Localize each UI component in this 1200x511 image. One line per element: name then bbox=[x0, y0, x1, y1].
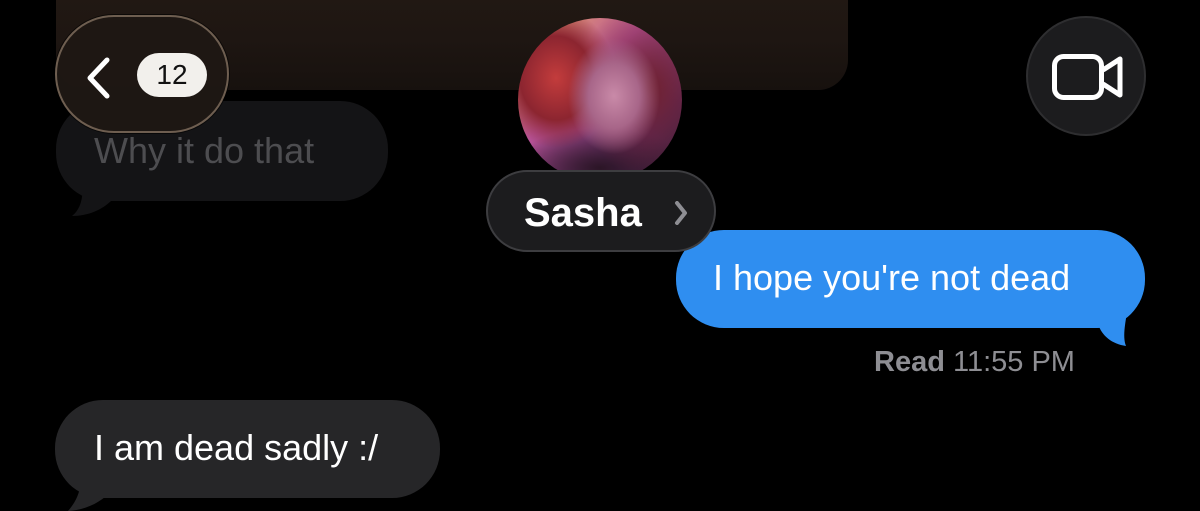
unread-count-badge: 12 bbox=[137, 53, 207, 97]
bubble-tail bbox=[1098, 306, 1128, 346]
read-time: 11:55 PM bbox=[952, 346, 1075, 378]
contact-name: Sasha bbox=[524, 191, 642, 235]
chevron-right-icon bbox=[675, 201, 687, 225]
contact-avatar[interactable] bbox=[518, 18, 682, 182]
chevron-left-icon bbox=[87, 57, 110, 99]
back-button[interactable]: 12 bbox=[55, 15, 229, 133]
bubble-tail bbox=[72, 182, 112, 216]
message-text: I hope you're not dead bbox=[713, 257, 1071, 298]
message-bubble-incoming[interactable]: I am dead sadly :/ bbox=[55, 400, 440, 498]
message-bubble-outgoing[interactable]: I hope you're not dead bbox=[676, 230, 1145, 328]
message-text: I am dead sadly :/ bbox=[94, 427, 379, 468]
read-label: Read bbox=[874, 346, 945, 378]
bubble-tail bbox=[68, 476, 112, 511]
video-call-button[interactable] bbox=[1026, 16, 1146, 136]
read-receipt: Read 11:55 PM bbox=[874, 348, 1075, 377]
contact-name-button[interactable]: Sasha bbox=[486, 170, 716, 252]
video-camera-icon bbox=[1052, 54, 1123, 100]
message-text: Why it do that bbox=[94, 130, 315, 171]
